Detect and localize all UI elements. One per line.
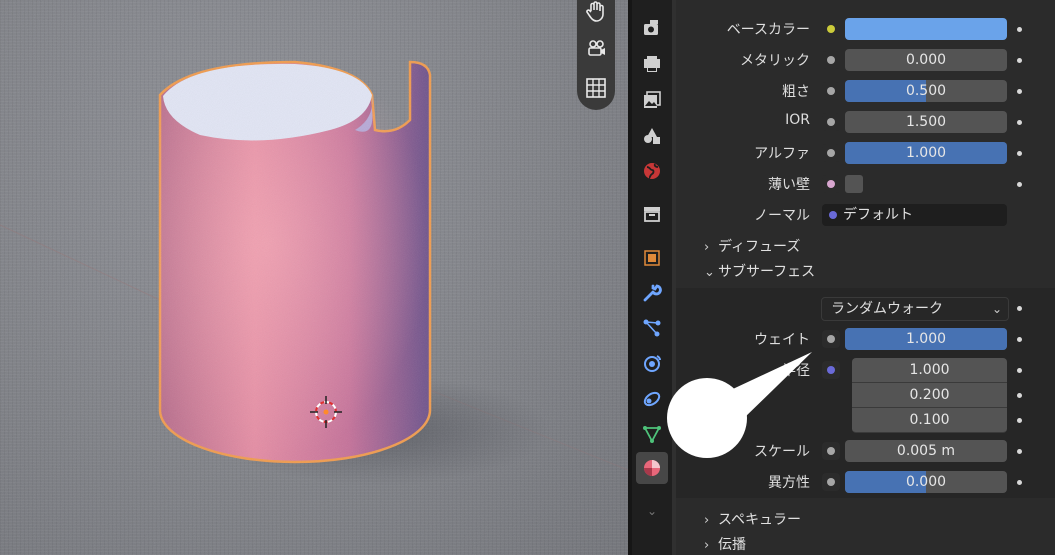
callout-pointer (720, 352, 812, 420)
